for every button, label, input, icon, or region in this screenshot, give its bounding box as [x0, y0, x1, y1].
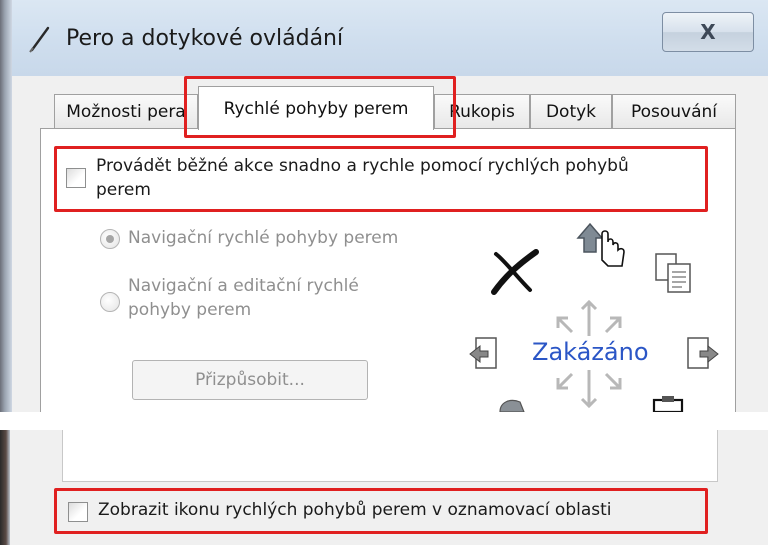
pen-icon [29, 26, 50, 53]
customize-button[interactable]: Přizpůsobit... [132, 360, 368, 400]
customize-button-label: Přizpůsobit... [195, 370, 305, 390]
tab-touch[interactable]: Dotyk [530, 94, 612, 128]
window-frame-left-lower [0, 430, 10, 545]
tab-pen-options[interactable]: Možnosti pera [54, 94, 198, 128]
screenshot-gap [0, 412, 768, 430]
flick-arrows-up-icon [556, 299, 622, 336]
highlight-enable-flicks [54, 146, 708, 212]
close-icon: X [700, 20, 716, 44]
flick-arrows-down-icon [556, 370, 622, 409]
radio-nav-edit-label-line2: pohyby perem [128, 300, 252, 320]
back-page-icon [469, 337, 497, 369]
tab-panel-lower [62, 430, 718, 482]
forward-page-icon [687, 337, 719, 369]
tab-label: Dotyk [545, 101, 597, 122]
tab-label: Posouvání [630, 101, 718, 122]
paste-icon [652, 396, 684, 412]
close-button[interactable]: X [662, 12, 754, 52]
tab-label: Možnosti pera [66, 101, 186, 122]
radio-nav-edit-label-line1: Navigační a editační rychlé [128, 276, 359, 296]
tab-label: Rukopis [449, 101, 515, 122]
highlight-notification-checkbox [54, 488, 708, 534]
radio-navigational-label: Navigační rychlé pohyby perem [128, 228, 399, 248]
hand-scroll-icon [576, 222, 625, 267]
flicks-status-label: Zakázáno [532, 338, 649, 366]
radio-navigational-flicks[interactable] [100, 229, 120, 249]
copy-icon [655, 253, 691, 293]
undo-icon [499, 399, 525, 412]
tab-panning[interactable]: Posouvání [612, 94, 736, 128]
window-title: Pero a dotykové ovládání [66, 26, 344, 51]
delete-icon [491, 249, 539, 295]
radio-navigational-editing-flicks[interactable] [100, 292, 120, 312]
window-frame-left [0, 0, 12, 412]
highlight-flicks-tab [184, 76, 456, 138]
